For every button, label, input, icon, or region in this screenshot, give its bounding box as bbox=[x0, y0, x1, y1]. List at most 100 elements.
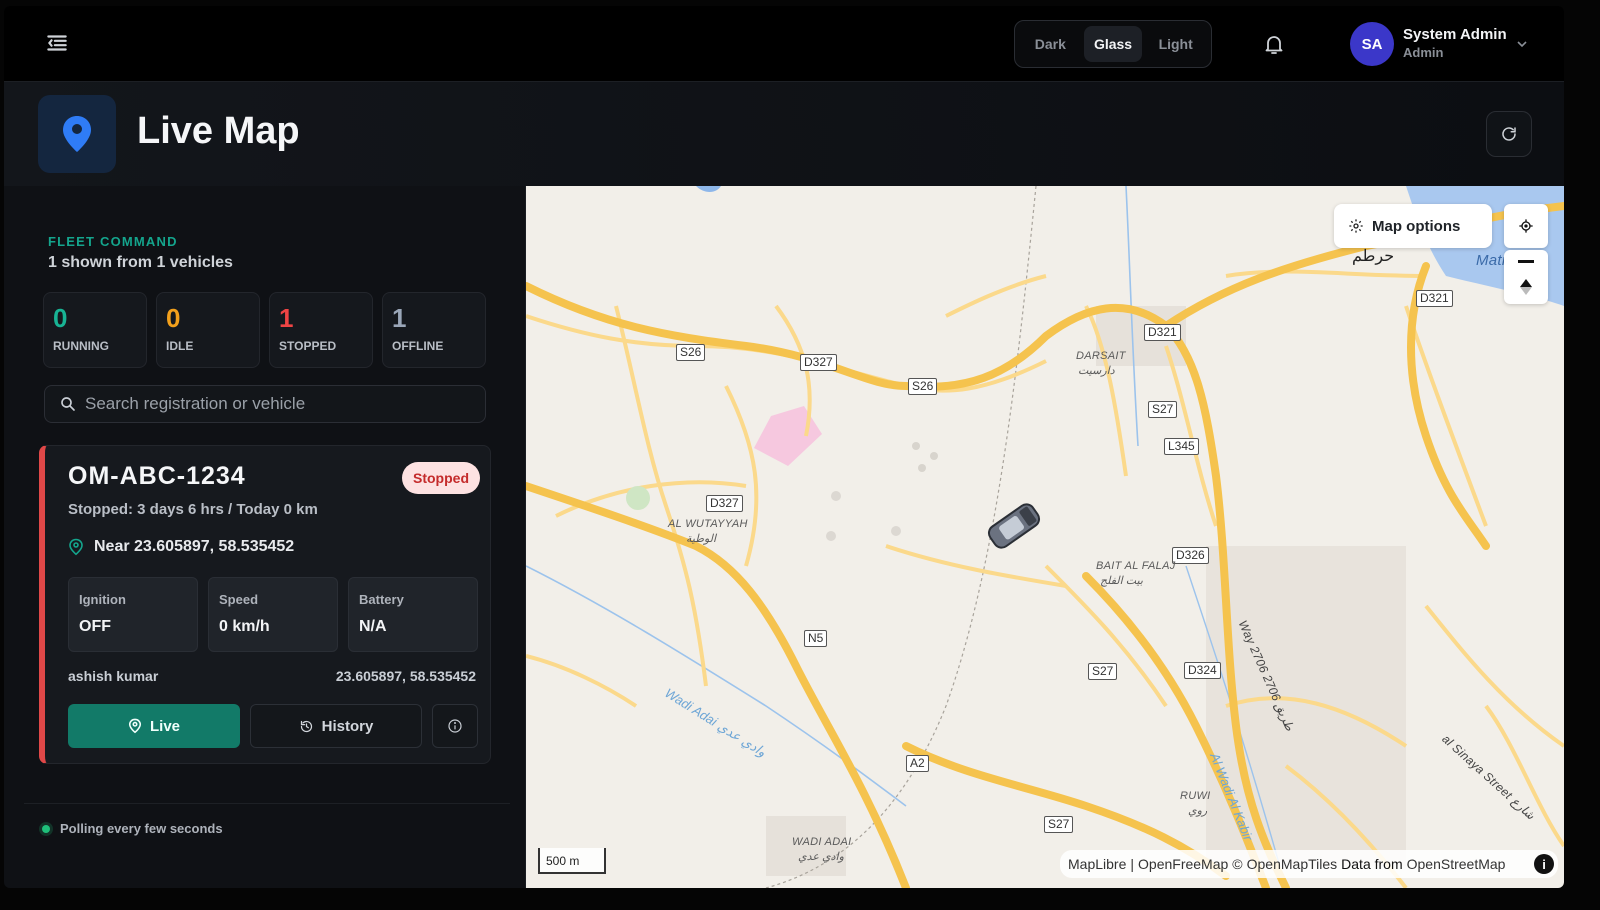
compass-icon[interactable] bbox=[1520, 278, 1532, 295]
polling-status-text: Polling every few seconds bbox=[60, 821, 223, 836]
user-name[interactable]: System Admin bbox=[1403, 26, 1507, 43]
location-pin-icon bbox=[128, 718, 142, 734]
zoom-out-icon[interactable] bbox=[1518, 259, 1534, 263]
road-label: S27 bbox=[1088, 663, 1118, 680]
metric-battery-label: Battery bbox=[359, 592, 404, 607]
vehicle-status-line: Stopped: 3 days 6 hrs / Today 0 km bbox=[68, 501, 318, 518]
stat-idle[interactable]: 0 IDLE bbox=[156, 292, 260, 368]
road-label: A2 bbox=[906, 755, 929, 772]
road-label: N5 bbox=[804, 630, 828, 647]
info-icon bbox=[448, 719, 462, 733]
attribution-copyright: © bbox=[1232, 856, 1243, 872]
metric-speed: Speed 0 km/h bbox=[208, 577, 338, 652]
refresh-icon bbox=[1502, 127, 1516, 141]
history-button[interactable]: History bbox=[250, 704, 422, 748]
refresh-button[interactable] bbox=[1486, 111, 1532, 157]
place-label: WADI ADAI bbox=[792, 836, 852, 848]
live-button[interactable]: Live bbox=[68, 704, 240, 748]
attribution-info-icon[interactable]: i bbox=[1534, 854, 1554, 874]
theme-light-option[interactable]: Light bbox=[1146, 26, 1205, 62]
vehicle-search bbox=[44, 385, 486, 423]
user-role: Admin bbox=[1403, 45, 1444, 60]
place-label: RUWI bbox=[1180, 790, 1211, 802]
vehicle-location: Near 23.605897, 58.535452 bbox=[68, 538, 294, 556]
place-label: الوطية bbox=[686, 533, 717, 545]
zoom-compass-controls bbox=[1504, 250, 1548, 304]
app-window: Dark Glass Light SA System Admin Admin L… bbox=[4, 6, 1564, 888]
fleet-sidebar: FLEET COMMAND 1 shown from 1 vehicles 0 … bbox=[4, 186, 526, 888]
live-button-label: Live bbox=[149, 717, 180, 735]
attribution-link[interactable]: MapLibre bbox=[1068, 856, 1126, 872]
metric-speed-label: Speed bbox=[219, 592, 259, 607]
top-bar: Dark Glass Light SA System Admin Admin bbox=[4, 6, 1564, 82]
status-badge: Stopped bbox=[402, 462, 480, 494]
attribution-link[interactable]: OpenMapTiles bbox=[1247, 856, 1338, 872]
menu-toggle-icon[interactable] bbox=[44, 30, 70, 56]
search-input[interactable] bbox=[85, 394, 465, 414]
theme-switcher: Dark Glass Light bbox=[1014, 20, 1212, 68]
map-attribution: MapLibre | OpenFreeMap © OpenMapTiles Da… bbox=[1060, 850, 1558, 878]
attribution-link[interactable]: OpenStreetMap bbox=[1407, 856, 1506, 872]
live-map[interactable]: S26 D327 S26 D321 S27 L345 D327 D326 N5 … bbox=[526, 186, 1564, 888]
vehicle-marker-icon[interactable] bbox=[986, 501, 1042, 550]
vehicle-coordinates: 23.605897, 58.535452 bbox=[335, 668, 476, 684]
road-label: S27 bbox=[1044, 816, 1074, 833]
map-base-layer bbox=[526, 186, 1564, 888]
road-label: S26 bbox=[676, 344, 706, 361]
place-label: AL WUTAYYAH bbox=[668, 518, 748, 530]
location-pin-icon bbox=[69, 538, 83, 556]
page-title: Live Map bbox=[137, 110, 300, 152]
map-options-label: Map options bbox=[1372, 217, 1461, 235]
locate-button[interactable] bbox=[1504, 204, 1548, 248]
vehicle-plate: OM-ABC-1234 bbox=[68, 462, 246, 490]
place-label: دارسيت bbox=[1078, 365, 1115, 377]
fleet-command-kicker: FLEET COMMAND bbox=[48, 234, 178, 249]
history-icon bbox=[300, 720, 312, 732]
notifications-bell-icon[interactable] bbox=[1262, 32, 1286, 56]
chevron-down-icon[interactable] bbox=[1515, 37, 1529, 51]
stat-offline-value: 1 bbox=[392, 303, 407, 333]
map-pin-icon bbox=[38, 95, 116, 173]
map-options-button[interactable]: Map options bbox=[1334, 204, 1492, 248]
stat-offline[interactable]: 1 OFFLINE bbox=[382, 292, 486, 368]
road-label: D326 bbox=[1172, 547, 1209, 564]
polling-status-dot bbox=[42, 824, 50, 833]
place-label: روي bbox=[1188, 805, 1208, 817]
stat-stopped[interactable]: 1 STOPPED bbox=[269, 292, 373, 368]
metric-battery: Battery N/A bbox=[348, 577, 478, 652]
gear-icon bbox=[1349, 219, 1363, 233]
metric-ignition-value: OFF bbox=[79, 618, 111, 635]
road-label: S26 bbox=[908, 378, 938, 395]
place-label: حرطم bbox=[1352, 248, 1395, 265]
stat-running-label: RUNNING bbox=[53, 339, 109, 353]
theme-glass-option[interactable]: Glass bbox=[1083, 26, 1143, 62]
attribution-link[interactable]: OpenFreeMap bbox=[1138, 856, 1228, 872]
stat-running-value: 0 bbox=[53, 303, 68, 333]
attribution-text: Data from bbox=[1341, 856, 1403, 872]
road-label: L345 bbox=[1164, 438, 1199, 455]
page-header: Live Map bbox=[4, 82, 1564, 186]
metric-ignition: Ignition OFF bbox=[68, 577, 198, 652]
place-label: وادي عدي bbox=[798, 851, 844, 863]
theme-dark-option[interactable]: Dark bbox=[1021, 26, 1080, 62]
stat-stopped-label: STOPPED bbox=[279, 339, 337, 353]
stat-idle-label: IDLE bbox=[166, 339, 194, 353]
attribution-separator: | bbox=[1130, 856, 1135, 872]
polling-status: Polling every few seconds bbox=[42, 821, 223, 836]
history-button-label: History bbox=[321, 717, 374, 735]
stat-offline-label: OFFLINE bbox=[392, 339, 444, 353]
info-button[interactable] bbox=[432, 704, 478, 748]
divider bbox=[24, 803, 510, 804]
road-label: D321 bbox=[1416, 290, 1453, 307]
metric-speed-value: 0 km/h bbox=[219, 618, 270, 635]
vehicle-card[interactable]: OM-ABC-1234 Stopped Stopped: 3 days 6 hr… bbox=[39, 445, 491, 764]
map-scale: 500 m bbox=[538, 848, 606, 874]
place-label: DARSAIT bbox=[1076, 350, 1126, 362]
stat-running[interactable]: 0 RUNNING bbox=[43, 292, 147, 368]
user-avatar[interactable]: SA bbox=[1350, 22, 1394, 66]
road-label: D327 bbox=[706, 495, 743, 512]
stat-stopped-value: 1 bbox=[279, 303, 294, 333]
place-label: BAIT AL FALAJ bbox=[1096, 560, 1176, 572]
road-label: D321 bbox=[1144, 324, 1181, 341]
search-icon bbox=[61, 397, 75, 411]
